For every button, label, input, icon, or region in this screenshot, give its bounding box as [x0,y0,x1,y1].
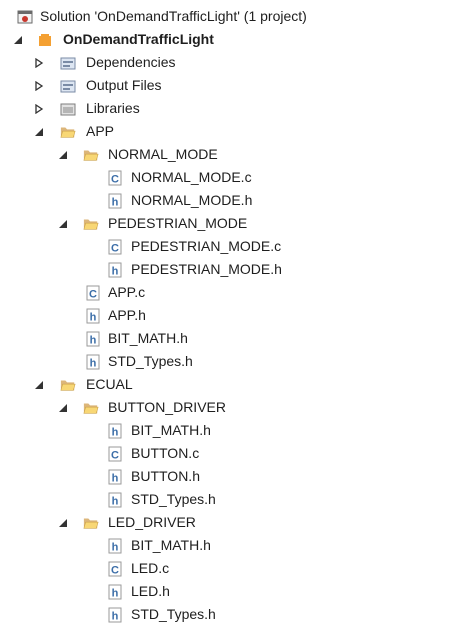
folder-open-icon [60,377,76,393]
folder-open-icon [83,216,99,232]
header-file-icon: h [107,607,123,623]
file-label: PEDESTRIAN_MODE.c [131,238,282,254]
svg-text:h: h [112,196,119,208]
svg-text:h: h [112,587,119,599]
file-label: PEDESTRIAN_MODE.h [131,261,282,277]
c-source-file-icon: C [107,239,123,255]
header-file-icon: h [107,469,123,485]
collapsed-arrow-icon[interactable] [33,103,45,115]
dependencies-label: Dependencies [86,54,176,70]
expanded-arrow-icon[interactable] [57,402,69,414]
file-label: BUTTON.c [131,445,200,461]
expanded-arrow-icon[interactable] [57,149,69,161]
header-file-icon: h [107,538,123,554]
svg-text:h: h [112,426,119,438]
file-label: NORMAL_MODE.h [131,192,253,208]
svg-text:C: C [111,242,119,254]
folder-led-driver-label: LED_DRIVER [108,514,196,530]
svg-text:C: C [111,564,119,576]
file-label: APP.c [108,284,146,300]
folder-open-icon [83,400,99,416]
c-source-file-icon: C [85,285,101,301]
header-file-icon: h [107,492,123,508]
svg-text:h: h [112,265,119,277]
svg-text:h: h [90,311,97,323]
folder-open-icon [83,515,99,531]
c-source-file-icon: C [107,561,123,577]
folder-button-driver-label: BUTTON_DRIVER [108,399,226,415]
svg-text:h: h [112,541,119,553]
project-icon [37,32,53,48]
solution-label: Solution 'OnDemandTrafficLight' (1 proje… [40,8,307,24]
collapsed-arrow-icon[interactable] [33,57,45,69]
svg-text:C: C [111,173,119,185]
folder-open-icon [60,124,76,140]
svg-text:C: C [111,449,119,461]
svg-text:h: h [112,472,119,484]
svg-text:h: h [90,357,97,369]
folder-ecual-label: ECUAL [86,376,133,392]
file-label: STD_Types.h [108,353,193,369]
file-label: LED.c [131,560,170,576]
expanded-arrow-icon[interactable] [57,517,69,529]
svg-text:h: h [90,334,97,346]
collapsed-arrow-icon[interactable] [33,80,45,92]
output-files-icon [60,78,76,94]
header-file-icon: h [107,584,123,600]
svg-text:C: C [89,288,97,300]
file-label: NORMAL_MODE.c [131,169,252,185]
file-label: BIT_MATH.h [131,537,211,553]
file-label: BIT_MATH.h [131,422,211,438]
file-label: LED.h [131,583,170,599]
expanded-arrow-icon[interactable] [12,34,24,46]
libraries-icon [60,101,76,117]
c-source-file-icon: C [107,446,123,462]
expanded-arrow-icon[interactable] [33,126,45,138]
folder-normal-mode-label: NORMAL_MODE [108,146,218,162]
c-source-file-icon: C [107,170,123,186]
folder-open-icon [83,147,99,163]
header-file-icon: h [85,354,101,370]
file-label: STD_Types.h [131,491,216,507]
header-file-icon: h [107,423,123,439]
output-files-label: Output Files [86,77,162,93]
svg-text:h: h [112,495,119,507]
folder-app-label: APP [86,123,115,139]
header-file-icon: h [85,331,101,347]
header-file-icon: h [85,308,101,324]
file-label: STD_Types.h [131,606,216,622]
header-file-icon: h [107,193,123,209]
libraries-label: Libraries [86,100,140,116]
expanded-arrow-icon[interactable] [57,218,69,230]
header-file-icon: h [107,262,123,278]
solution-explorer-tree: Solution 'OnDemandTrafficLight' (1 proje… [0,0,460,627]
svg-text:h: h [112,610,119,622]
folder-pedestrian-mode-label: PEDESTRIAN_MODE [108,215,248,231]
file-label: BUTTON.h [131,468,200,484]
dependencies-icon [60,55,76,71]
file-label: BIT_MATH.h [108,330,188,346]
project-label: OnDemandTrafficLight [63,31,214,47]
solution-icon [17,9,33,25]
expanded-arrow-icon[interactable] [33,379,45,391]
file-label: APP.h [108,307,146,323]
